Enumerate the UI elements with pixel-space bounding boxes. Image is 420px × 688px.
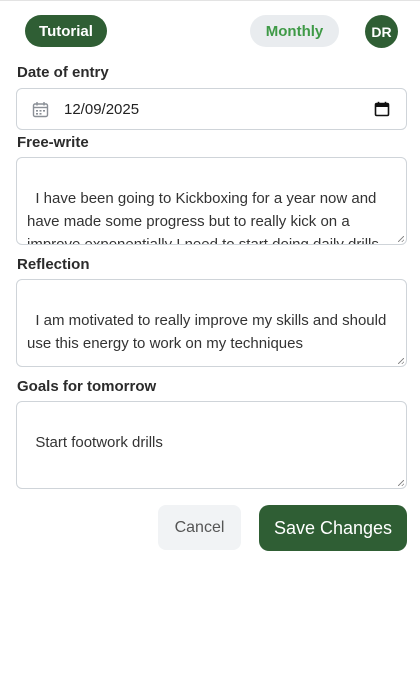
calendar-picker-icon[interactable] xyxy=(374,101,390,117)
date-value: 12/09/2025 xyxy=(64,101,140,118)
monthly-button[interactable]: Monthly xyxy=(250,15,339,47)
goals-label: Goals for tomorrow xyxy=(17,378,157,395)
free-write-textarea[interactable]: I have been going to Kickboxing for a ye… xyxy=(16,157,407,245)
resize-handle-icon[interactable] xyxy=(398,480,404,486)
resize-handle-icon[interactable] xyxy=(398,236,404,242)
reflection-label: Reflection xyxy=(17,256,90,273)
goals-text: Start footwork drills xyxy=(35,434,163,451)
save-changes-button[interactable]: Save Changes xyxy=(259,505,407,551)
free-write-text: I have been going to Kickboxing for a ye… xyxy=(27,190,379,245)
date-of-entry-label: Date of entry xyxy=(17,64,109,81)
calendar-icon xyxy=(32,101,49,118)
tutorial-button[interactable]: Tutorial xyxy=(25,15,107,47)
top-divider xyxy=(0,0,420,1)
free-write-label: Free-write xyxy=(17,134,89,151)
reflection-textarea[interactable]: I am motivated to really improve my skil… xyxy=(16,279,407,367)
resize-handle-icon[interactable] xyxy=(398,358,404,364)
avatar[interactable]: DR xyxy=(365,15,398,48)
reflection-text: I am motivated to really improve my skil… xyxy=(27,312,391,352)
date-input[interactable]: 12/09/2025 xyxy=(16,88,407,130)
goals-textarea[interactable]: Start footwork drills xyxy=(16,401,407,489)
cancel-button[interactable]: Cancel xyxy=(158,505,241,550)
